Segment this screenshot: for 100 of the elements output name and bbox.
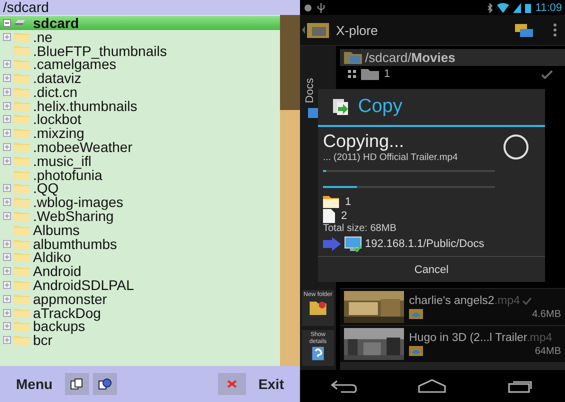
expand-icon[interactable]: [3, 32, 11, 41]
check-icon[interactable]: [522, 296, 532, 304]
total-size: Total size: 68MB: [323, 223, 398, 234]
folder-icon: [14, 280, 30, 290]
paste-icon[interactable]: [92, 373, 117, 395]
tree-item[interactable]: .lockbot: [0, 112, 280, 126]
expand-icon[interactable]: [3, 60, 11, 68]
scrollbar[interactable]: [280, 15, 300, 366]
cancel-button[interactable]: Cancel: [318, 256, 545, 282]
expand-icon[interactable]: [3, 184, 11, 192]
home-icon[interactable]: [418, 379, 446, 393]
computer-icon: [344, 236, 362, 252]
folder-icon: [14, 73, 30, 84]
expand-icon[interactable]: [3, 294, 11, 303]
folder-icon: [14, 183, 30, 194]
folder-icon: [14, 238, 30, 249]
tree-item[interactable]: .photofunia: [0, 168, 280, 182]
expand-icon[interactable]: [3, 322, 11, 330]
tree-item[interactable]: .helix.thumbnails: [0, 98, 280, 113]
battery-icon: [525, 2, 532, 12]
folder-icon: [14, 128, 30, 138]
tree-item[interactable]: AndroidSDLPAL: [0, 278, 280, 292]
expand-icon[interactable]: [3, 267, 11, 276]
expand-icon[interactable]: [3, 308, 11, 317]
menu-button[interactable]: Menu: [8, 374, 61, 394]
arrow-icon: [323, 237, 341, 251]
folder-icon: [14, 252, 30, 262]
expand-icon[interactable]: [3, 281, 11, 290]
folder-icon: [14, 266, 30, 276]
expand-icon[interactable]: [3, 143, 11, 152]
expand-icon[interactable]: [3, 253, 11, 262]
tree-item[interactable]: .BlueFTP_thumbnails: [0, 44, 280, 58]
item-count: 1: [345, 196, 352, 208]
tree-item[interactable]: .dict.cn: [0, 84, 280, 99]
tree-item[interactable]: Android: [0, 264, 280, 278]
signal-icon: [513, 2, 522, 12]
copy-icon[interactable]: [64, 373, 89, 395]
app-icon[interactable]: [302, 21, 330, 39]
expand-icon[interactable]: [3, 212, 11, 220]
tree-item[interactable]: bcr: [0, 333, 280, 348]
drive-icon: [14, 19, 26, 26]
folder-icon: [14, 321, 30, 332]
folder-icon: [14, 294, 30, 304]
path-text: /sdcard/Movies: [365, 50, 456, 65]
folder-icon: [14, 142, 30, 152]
tree-item[interactable]: Aldiko: [0, 250, 280, 264]
tree-item[interactable]: .QQ: [0, 182, 280, 196]
folder-name: 1: [384, 68, 390, 80]
tree-item[interactable]: .camelgames: [0, 57, 280, 72]
tree-item[interactable]: sdcard: [0, 16, 280, 30]
expand-icon[interactable]: [3, 74, 11, 82]
destination-path: 192.168.1.1/Public/Docs: [365, 238, 484, 250]
video-icon: [409, 309, 423, 319]
expand-icon[interactable]: [3, 102, 11, 110]
exit-button[interactable]: Exit: [250, 374, 292, 394]
path-bar: /sdcard: [0, 0, 300, 15]
folder-icon: [344, 52, 362, 64]
tree-item[interactable]: .dataviz: [0, 71, 280, 85]
folder-icon: [14, 32, 30, 42]
file-size: 64MB: [534, 346, 561, 356]
expand-icon[interactable]: [3, 129, 11, 138]
tree-item[interactable]: .mixzing: [0, 126, 280, 140]
tree-item[interactable]: backups: [0, 320, 280, 334]
horizontal-scrollbar[interactable]: [340, 362, 565, 370]
file-row[interactable]: charlie's angels2.mp4 4.6MB: [340, 288, 565, 325]
expand-icon[interactable]: [3, 336, 11, 344]
tree-item[interactable]: .mobeeWeather: [0, 140, 280, 154]
recent-apps-icon[interactable]: [508, 379, 534, 393]
tree-item[interactable]: aTrackDog: [0, 306, 280, 320]
file-row[interactable]: Hugo in 3D (2...l Trailer.mp4 64MB: [340, 325, 565, 362]
tree-item[interactable]: Albums: [0, 222, 280, 237]
expand-icon[interactable]: [3, 198, 11, 206]
tree-item[interactable]: .music_ifl: [0, 154, 280, 168]
copy-icon: [332, 98, 350, 116]
file-icon: [323, 209, 335, 223]
tree-item[interactable]: .wblog-images: [0, 195, 280, 210]
overflow-menu-icon[interactable]: [553, 23, 557, 37]
panels-icon[interactable]: [515, 24, 533, 36]
file-name: Hugo in 3D (2...l Trailer.mp4: [409, 332, 552, 344]
folder-row[interactable]: 1: [340, 66, 565, 82]
file-name: charlie's angels2.mp4: [409, 294, 520, 306]
folder-icon: [14, 335, 30, 346]
bluetooth-icon: [487, 2, 494, 12]
side-tab[interactable]: Docs: [304, 78, 316, 104]
expand-icon[interactable]: [3, 115, 11, 124]
expand-icon[interactable]: [3, 240, 11, 248]
tree-item[interactable]: .WebSharing: [0, 209, 280, 223]
expand-icon[interactable]: [3, 88, 11, 96]
folder-icon: [361, 68, 379, 80]
expand-icon[interactable]: [3, 156, 11, 165]
check-icon[interactable]: [541, 70, 553, 78]
tree-item[interactable]: .ne: [0, 30, 280, 44]
collapse-icon[interactable]: [3, 18, 11, 27]
item-count: 2: [341, 210, 348, 222]
status-text: Copying...: [323, 131, 406, 152]
delete-icon[interactable]: [218, 373, 246, 395]
tree-item[interactable]: appmonster: [0, 292, 280, 306]
back-icon[interactable]: [330, 379, 357, 393]
folder-icon: [14, 170, 30, 180]
tree-item[interactable]: albumthumbs: [0, 236, 280, 251]
